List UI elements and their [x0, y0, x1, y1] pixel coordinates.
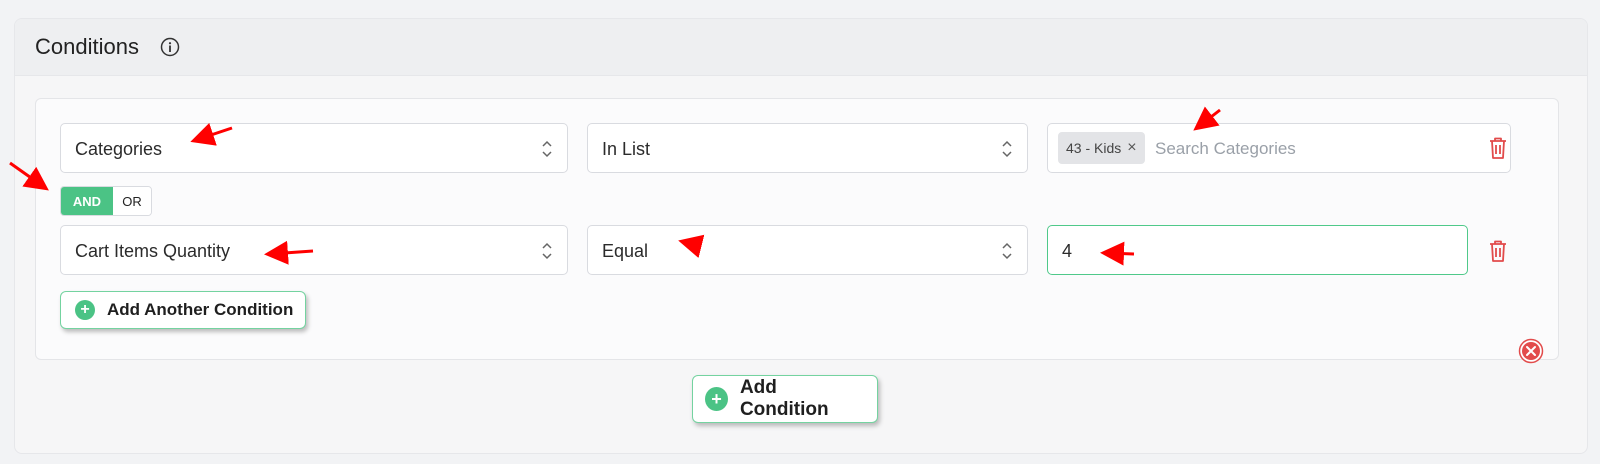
close-circle-icon[interactable]	[1518, 338, 1544, 364]
plus-circle-icon: +	[75, 300, 95, 320]
plus-circle-icon: +	[705, 387, 728, 411]
tag-label: 43 - Kids	[1066, 140, 1122, 156]
logic-toggle: AND OR	[60, 186, 152, 216]
trash-icon[interactable]	[1488, 239, 1508, 263]
add-condition-label: Add Condition	[739, 377, 829, 420]
condition-field-select[interactable]: Cart Items Quantity	[60, 225, 568, 275]
quantity-value: 4	[1062, 241, 1073, 261]
category-multiselect[interactable]: 43 - Kids × Search Categories	[1047, 123, 1511, 173]
chevron-updown-icon	[542, 242, 552, 260]
condition-field-value: Cart Items Quantity	[75, 241, 231, 261]
panel-title: Conditions	[35, 34, 139, 59]
or-toggle-button[interactable]: OR	[113, 187, 151, 215]
panel-header: Conditions	[15, 19, 1587, 76]
condition-field-value: Categories	[75, 139, 163, 159]
search-categories-input[interactable]: Search Categories	[1155, 139, 1296, 159]
condition-group: Categories In List 43 - Kids × Search Ca…	[35, 98, 1559, 360]
info-icon[interactable]	[160, 37, 180, 57]
chevron-updown-icon	[542, 140, 552, 158]
condition-operator-value: Equal	[602, 241, 649, 261]
selected-tag: 43 - Kids ×	[1058, 132, 1145, 164]
condition-operator-value: In List	[602, 139, 651, 159]
tag-remove-icon[interactable]: ×	[1127, 139, 1136, 157]
add-another-condition-button[interactable]: + Add Another Condition	[60, 291, 307, 329]
condition-field-select[interactable]: Categories	[60, 123, 568, 173]
condition-operator-select[interactable]: In List	[587, 123, 1028, 173]
condition-operator-select[interactable]: Equal	[587, 225, 1028, 275]
add-condition-button[interactable]: + Add Condition	[692, 375, 878, 423]
conditions-panel: Conditions Categories In List 43 - Kids …	[14, 18, 1588, 454]
chevron-updown-icon	[1002, 140, 1012, 158]
quantity-value-input[interactable]: 4	[1047, 225, 1468, 275]
add-another-condition-label: Add Another Condition	[107, 300, 294, 319]
chevron-updown-icon	[1002, 242, 1012, 260]
and-toggle-button[interactable]: AND	[61, 187, 113, 215]
trash-icon[interactable]	[1488, 136, 1508, 160]
